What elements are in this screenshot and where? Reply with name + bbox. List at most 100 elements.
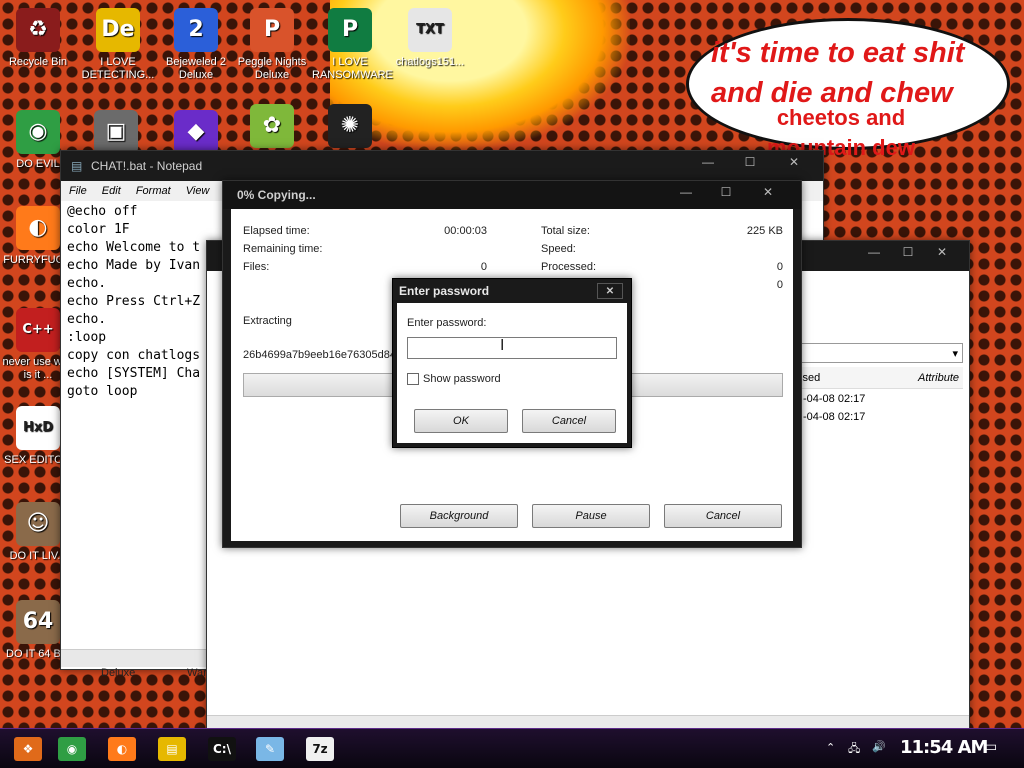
speech-line-1: it's time to eat shit	[711, 37, 965, 69]
extracting-label: Extracting	[243, 315, 292, 327]
files-value: 0	[480, 261, 487, 273]
speech-bubble: it's time to eat shit and die and chew c…	[686, 18, 1010, 160]
desktop-icon[interactable]: De I LOVE DETECTING...	[80, 8, 156, 82]
desktop-icon-label: Recycle Bin	[8, 56, 68, 68]
explorer-hscrollbar[interactable]	[207, 715, 969, 729]
column-attributes[interactable]: Attribute	[918, 372, 959, 384]
password-title: Enter password	[399, 284, 490, 298]
password-dialog[interactable]: Enter password ✕ Enter password: I Show …	[392, 278, 632, 448]
plants-icon: ✿	[250, 104, 294, 148]
menu-edit[interactable]: Edit	[102, 185, 121, 197]
notepad-titlebar[interactable]: ▤ CHAT!.bat - Notepad — ☐ ✕	[61, 151, 823, 181]
menu-view[interactable]: View	[186, 185, 210, 197]
copying-titlebar[interactable]: 0% Copying... — ☐ ✕	[223, 181, 801, 209]
desktop-icon-label: chatlogs151...	[395, 56, 465, 68]
volume-icon[interactable]: 🔊	[872, 740, 886, 753]
total-size-label: Total size:	[541, 225, 590, 237]
7zip-taskbar-icon[interactable]: 7z	[306, 737, 334, 761]
password-prompt: Enter password:	[407, 317, 487, 329]
processed-value: 0	[776, 261, 783, 273]
behind-label-deluxe: Deluxe	[101, 667, 136, 679]
copying-minimize-icon[interactable]: —	[671, 181, 701, 203]
clock[interactable]: 11:54 AM	[900, 737, 988, 758]
desktop-icon[interactable]: 2 Bejeweled 2 Deluxe	[158, 8, 234, 82]
speed-label: Speed:	[541, 243, 576, 255]
explorer-maximize-icon[interactable]: ☐	[893, 241, 923, 263]
table-row[interactable]: -04-08 02:17	[803, 393, 865, 405]
desktop-icon[interactable]: ✺	[312, 104, 388, 152]
firefox-icon: ◐	[16, 206, 60, 250]
chrome-taskbar-icon[interactable]: ◉	[58, 737, 86, 761]
desktop-icon-label: Peggle Nights Deluxe	[237, 56, 307, 81]
menu-format[interactable]: Format	[136, 185, 171, 197]
table-row[interactable]: -04-08 02:17	[803, 411, 865, 423]
explorer-taskbar-icon[interactable]: ▤	[158, 737, 186, 761]
notepad-hscrollbar[interactable]	[61, 649, 207, 667]
elapsed-label: Elapsed time:	[243, 225, 310, 237]
explorer-minimize-icon[interactable]: —	[859, 241, 889, 263]
desktop-icon[interactable]: P Peggle Nights Deluxe	[234, 8, 310, 82]
password-titlebar[interactable]: Enter password ✕	[393, 279, 631, 303]
desktop-icon-label: Bejeweled 2 Deluxe	[166, 56, 226, 81]
extracting-file-name: 26b4699a7b9eeb16e76305d84	[243, 349, 396, 361]
copying-maximize-icon[interactable]: ☐	[711, 181, 741, 203]
notepad-title: CHAT!.bat - Notepad	[91, 159, 203, 173]
password-cancel-button[interactable]: Cancel	[522, 409, 616, 433]
devcpp-icon: C++	[16, 308, 60, 352]
tray-chevron-icon[interactable]: ⌃	[826, 741, 835, 754]
text-cursor-icon: I	[500, 337, 505, 354]
die-app-icon: De	[96, 8, 140, 52]
show-password-checkbox[interactable]	[407, 373, 419, 385]
notepad-icon: ▤	[71, 159, 83, 173]
desktop-icon[interactable]: P I LOVE RANSOMWARE	[312, 8, 393, 82]
explorer-column-header: ssed Attribute	[793, 367, 963, 389]
desktop-icon[interactable]: ♻ Recycle Bin	[0, 8, 76, 69]
remaining-label: Remaining time:	[243, 243, 323, 255]
chrome-icon: ◉	[16, 110, 60, 154]
row-date: -04-08 02:17	[803, 393, 866, 405]
notifications-icon[interactable]: ▭	[984, 739, 997, 755]
close-icon[interactable]: ✕	[779, 151, 809, 173]
background-button[interactable]: Background	[400, 504, 518, 528]
show-password-label[interactable]: Show password	[423, 373, 501, 385]
jewel-icon: ◆	[174, 110, 218, 154]
peggle-icon: P	[250, 8, 294, 52]
cmd-taskbar-icon[interactable]: C:\	[208, 737, 236, 761]
password-body: Enter password: I Show password OK Cance…	[397, 303, 627, 443]
menu-file[interactable]: File	[69, 185, 87, 197]
firefox-taskbar-icon[interactable]: ◐	[108, 737, 136, 761]
processed-label: Processed:	[541, 261, 597, 273]
txt-file-icon: TXT	[408, 8, 452, 52]
password-close-icon[interactable]: ✕	[597, 283, 623, 299]
row-date: -04-08 02:17	[803, 411, 866, 423]
bejeweled-icon: 2	[174, 8, 218, 52]
maximize-icon[interactable]: ☐	[735, 151, 765, 173]
explorer-close-icon[interactable]: ✕	[927, 241, 957, 263]
cancel-button[interactable]: Cancel	[664, 504, 782, 528]
taskbar: ❖ ◉ ◐ ▤ C:\ ✎ 7z ⌃ 🖧 🔊 11:54 AM ▭	[0, 728, 1024, 768]
hxd-icon: HxD	[16, 406, 60, 450]
portrait-64-icon: 64	[16, 600, 60, 644]
pause-button[interactable]: Pause	[532, 504, 650, 528]
minimize-icon[interactable]: —	[693, 151, 723, 173]
roulette-icon: ✺	[328, 104, 372, 148]
recycle-bin-icon: ♻	[16, 8, 60, 52]
copying-title: 0% Copying...	[237, 188, 316, 202]
elapsed-value: 00:00:03	[444, 225, 487, 237]
notepad-taskbar-icon[interactable]: ✎	[256, 737, 284, 761]
windows-stack-icon: ▣	[94, 110, 138, 154]
desktop-icon-label: I LOVE DETECTING...	[81, 56, 155, 81]
desktop-icon[interactable]: ✿	[234, 104, 310, 152]
files-label: Files:	[243, 261, 270, 273]
ok-button[interactable]: OK	[414, 409, 508, 433]
extra-value: 0	[776, 279, 783, 291]
desktop-icon[interactable]: TXT chatlogs151...	[392, 8, 468, 69]
start-icon[interactable]: ❖	[14, 737, 42, 761]
chevron-down-icon[interactable]: ▾	[952, 347, 958, 360]
desktop-icon-label: I LOVE RANSOMWARE	[312, 56, 393, 81]
network-icon[interactable]: 🖧	[848, 740, 860, 759]
portrait-icon: ☺	[16, 502, 60, 546]
password-input[interactable]	[407, 337, 617, 359]
copying-close-icon[interactable]: ✕	[753, 181, 783, 203]
publisher-icon: P	[328, 8, 372, 52]
